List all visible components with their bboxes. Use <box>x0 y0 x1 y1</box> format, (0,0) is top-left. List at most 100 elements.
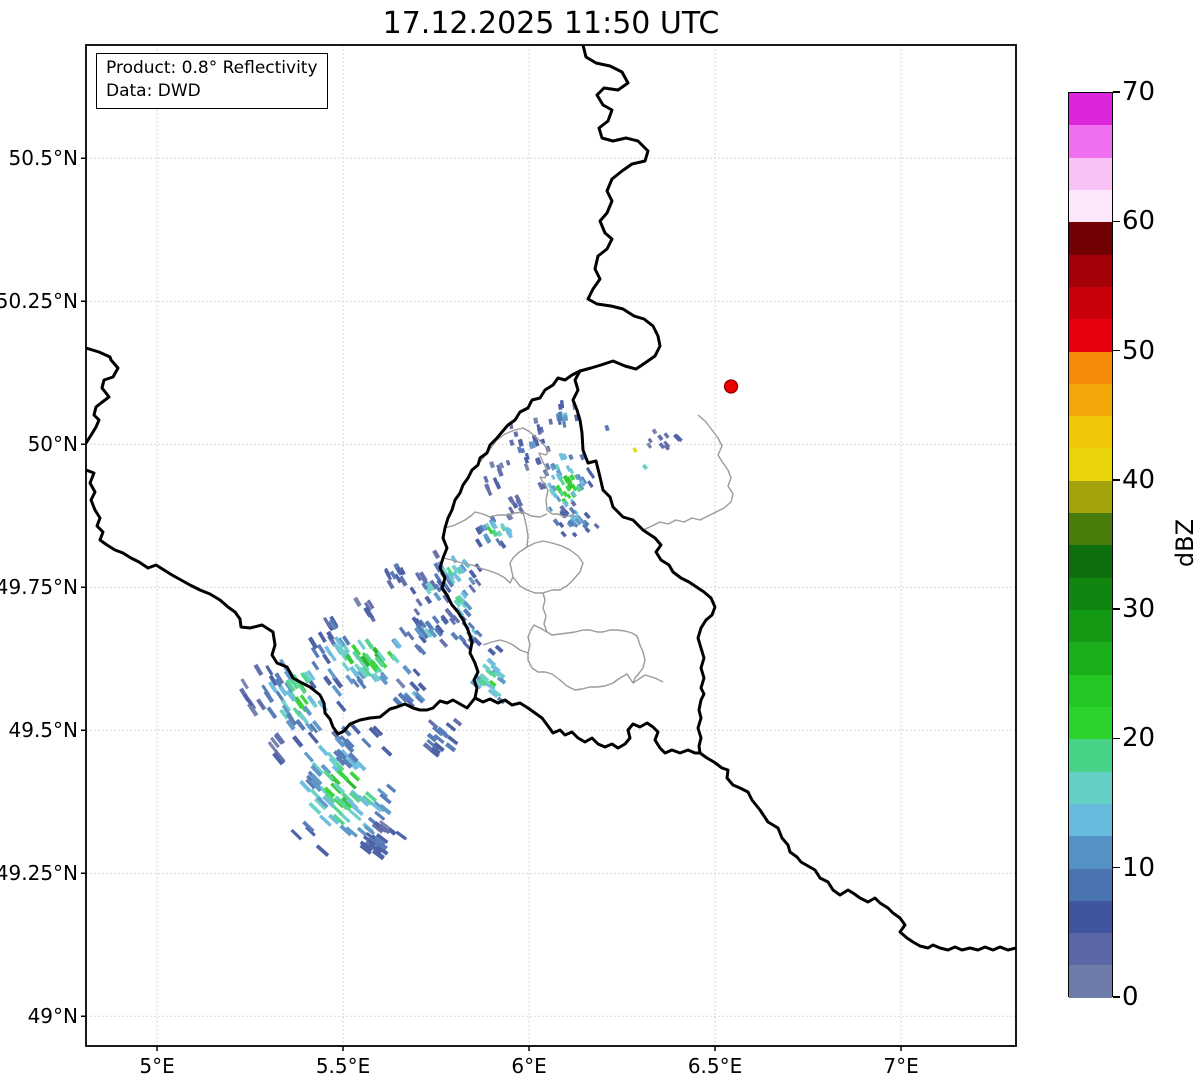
colorbar-segment <box>1069 416 1112 449</box>
radar-echo-cell <box>413 607 421 616</box>
district-borders <box>442 414 734 691</box>
country-border-FR-LU <box>473 696 702 755</box>
country-border-FR-DE <box>698 751 1016 952</box>
district-border <box>632 674 664 684</box>
colorbar-tick-mark <box>1113 349 1120 352</box>
radar-echo-cell <box>593 522 600 530</box>
colorbar-segment <box>1069 157 1112 190</box>
radar-echo-cell <box>349 771 361 782</box>
colorbar-tick-label: 70 <box>1122 77 1156 107</box>
country-border-LU-DE <box>571 369 717 755</box>
product-label: Product: 0.8° Reflectivity <box>106 58 318 78</box>
colorbar-tick-mark <box>1113 608 1120 610</box>
colorbar-segment <box>1069 900 1112 934</box>
radar-echo-cell <box>632 447 638 453</box>
map-layers <box>86 45 1016 1046</box>
colorbar-segment <box>1069 739 1112 772</box>
radar-echo-cell <box>361 737 372 749</box>
radar-echo-cell <box>303 751 315 763</box>
colorbar <box>1068 92 1113 998</box>
colorbar-tick-mark <box>1113 996 1120 998</box>
colorbar-tick-mark <box>1113 220 1120 223</box>
radar-echo-cell <box>364 638 375 650</box>
colorbar-segment <box>1069 933 1112 966</box>
radar-echo-cell <box>487 647 497 656</box>
radar-echo-cell <box>335 700 347 713</box>
radar-echo-cell <box>450 631 460 641</box>
radar-echo-cell <box>385 783 397 793</box>
radar-echo-cell <box>253 663 264 677</box>
radar-echo-cell <box>415 598 423 607</box>
y-tick-label: 50°N <box>27 432 78 457</box>
radar-echo-cell <box>316 643 326 655</box>
radar-echo-cell <box>571 531 578 538</box>
radar-echo-cell <box>317 744 329 757</box>
colorbar-segment <box>1069 965 1112 998</box>
y-tick-label: 49°N <box>27 1004 78 1029</box>
colorbar-segment <box>1069 448 1112 481</box>
data-source-label: Data: DWD <box>106 80 201 101</box>
radar-echo-cell <box>552 518 561 527</box>
radar-echo-cell <box>604 424 610 432</box>
radar-echo-cell <box>266 706 278 720</box>
x-tick-label: 6°E <box>511 1054 547 1078</box>
radar-echo-cell <box>327 667 337 680</box>
colorbar-tick-mark <box>1113 866 1120 869</box>
colorbar-segment <box>1069 674 1112 707</box>
radar-echo-cell <box>432 549 441 560</box>
radar-echo-cell <box>509 439 515 446</box>
radar-echo-cell <box>439 638 449 648</box>
colorbar-segment <box>1069 383 1112 417</box>
radar-echo-cell <box>336 769 350 782</box>
radar-echo-cell <box>468 584 477 594</box>
x-tick-label: 5.5°E <box>315 1054 371 1078</box>
colorbar-segment <box>1069 610 1112 643</box>
colorbar-segment <box>1069 480 1112 514</box>
radar-echo-cell <box>409 681 420 693</box>
radar-echo-cell <box>402 664 412 675</box>
radar-echo-cell <box>663 432 670 439</box>
product-info-box: Product: 0.8° Reflectivity Data: DWD <box>96 53 328 109</box>
radar-echo-cell <box>494 644 504 654</box>
radar-echo-cell <box>588 471 596 479</box>
radar-echo-cell <box>474 578 482 587</box>
radar-echo-cell <box>489 461 496 469</box>
radar-echo-cell <box>523 463 530 472</box>
radar-echo-cell <box>395 830 408 841</box>
district-border <box>542 592 548 633</box>
radar-echo-cell <box>292 735 303 747</box>
radar-echo-cell <box>433 591 442 602</box>
colorbar-segment <box>1069 642 1112 675</box>
radar-echo-cell <box>431 615 440 625</box>
y-tick-label: 50.5°N <box>8 146 79 171</box>
colorbar-tick-label: 50 <box>1122 335 1156 366</box>
radar-echo-cell <box>409 586 417 595</box>
colorbar-segment <box>1069 125 1112 158</box>
radar-echo-cell <box>562 421 567 428</box>
radar-echo-cell <box>583 511 591 520</box>
radar-echo-cell <box>587 480 594 488</box>
y-tick-label: 49.25°N <box>0 861 78 886</box>
plot-frame <box>85 44 1017 1047</box>
radar-echo-cell <box>290 828 303 841</box>
radar-echo-cell <box>381 745 393 757</box>
axis-tick-marks <box>81 157 902 1051</box>
radar-map-page: 17.12.2025 11:50 UTC Product: 0.8° Refle… <box>0 0 1202 1081</box>
radar-echo-cell <box>307 731 319 744</box>
colorbar-segment <box>1069 836 1112 869</box>
colorbar-unit-label: dBZ <box>1171 518 1199 568</box>
radar-echo-cell <box>647 437 653 444</box>
radar-echo-cell <box>517 438 524 447</box>
colorbar-tick-label: 20 <box>1122 723 1156 754</box>
colorbar-segment <box>1069 868 1112 901</box>
radar-echo-cell <box>486 487 493 497</box>
colorbar-segment <box>1069 254 1112 287</box>
district-border <box>482 624 646 691</box>
country-border-BE-DE <box>578 45 662 373</box>
colorbar-segment <box>1069 513 1112 546</box>
x-tick-label: 5°E <box>139 1054 175 1078</box>
radar-echo-cell <box>317 631 327 643</box>
radar-echo-cell <box>386 579 395 590</box>
colorbar-tick-mark <box>1113 479 1120 481</box>
radar-echo-cell <box>548 418 553 425</box>
